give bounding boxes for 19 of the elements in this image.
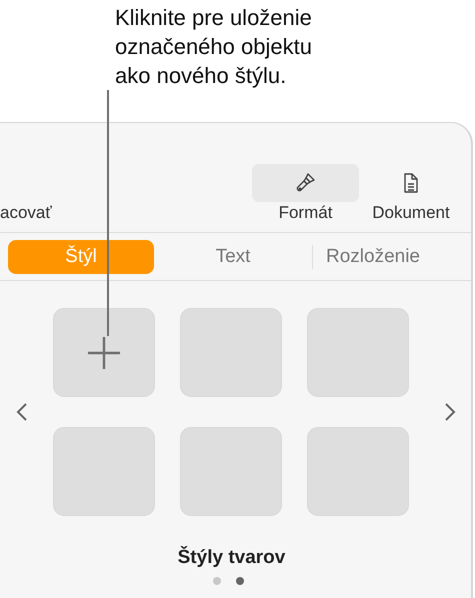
toolbar-button[interactable]: acovať [0, 203, 52, 223]
style-tile[interactable] [53, 308, 155, 397]
tab[interactable]: Text [154, 240, 312, 274]
tab[interactable]: Rozloženie [313, 240, 433, 274]
document-icon [403, 172, 419, 194]
page-dot[interactable] [213, 577, 221, 585]
style-tile[interactable] [180, 427, 282, 516]
plus-icon [86, 334, 122, 370]
style-tile[interactable] [53, 427, 155, 516]
paintbrush-icon [294, 172, 316, 194]
document-button[interactable]: Dokument [365, 164, 457, 223]
style-tile[interactable] [307, 308, 409, 397]
chevron-left-icon[interactable] [16, 402, 28, 422]
chevron-right-icon[interactable] [444, 402, 456, 422]
style-tile[interactable] [307, 427, 409, 516]
page-dot[interactable] [236, 577, 244, 585]
callout-text: Kliknite pre uloženie označeného objektu ako nového štýlu. [115, 4, 313, 90]
section-title: Štýly tvarov [176, 547, 286, 569]
style-tile[interactable] [180, 308, 282, 397]
